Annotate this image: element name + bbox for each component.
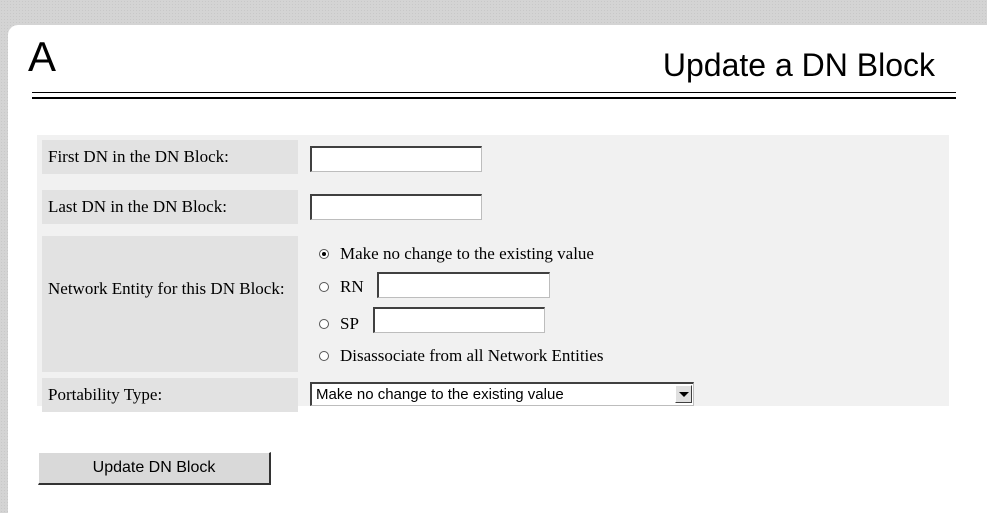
portability-type-select[interactable]: Make no change to the existing value (310, 382, 694, 406)
disassociate-option-label: Disassociate from all Network Entities (340, 346, 604, 365)
portability-type-value: Make no change to the existing value (316, 386, 564, 403)
first-dn-label: First DN in the DN Block: (42, 140, 298, 174)
disassociate-radio[interactable] (319, 351, 329, 361)
rn-input[interactable] (377, 272, 550, 298)
chevron-down-icon[interactable] (675, 385, 692, 403)
rn-option-label: RN (340, 277, 364, 296)
page-title: Update a DN Block (662, 47, 935, 83)
logo: A (28, 33, 57, 80)
title-divider (32, 92, 956, 93)
last-dn-input[interactable] (310, 194, 482, 220)
sp-input[interactable] (373, 307, 545, 333)
first-dn-input[interactable] (310, 146, 482, 172)
no-change-option-label: Make no change to the existing value (340, 244, 594, 263)
sp-radio[interactable] (319, 319, 329, 329)
rn-radio[interactable] (319, 282, 329, 292)
network-entity-label: Network Entity for this DN Block: (42, 236, 298, 372)
title-divider-double (32, 97, 956, 99)
no-change-radio[interactable] (319, 249, 329, 259)
last-dn-label: Last DN in the DN Block: (42, 190, 298, 224)
portability-type-label: Portability Type: (42, 378, 298, 412)
update-dn-block-button[interactable]: Update DN Block (38, 452, 271, 485)
sp-option-label: SP (340, 314, 359, 333)
